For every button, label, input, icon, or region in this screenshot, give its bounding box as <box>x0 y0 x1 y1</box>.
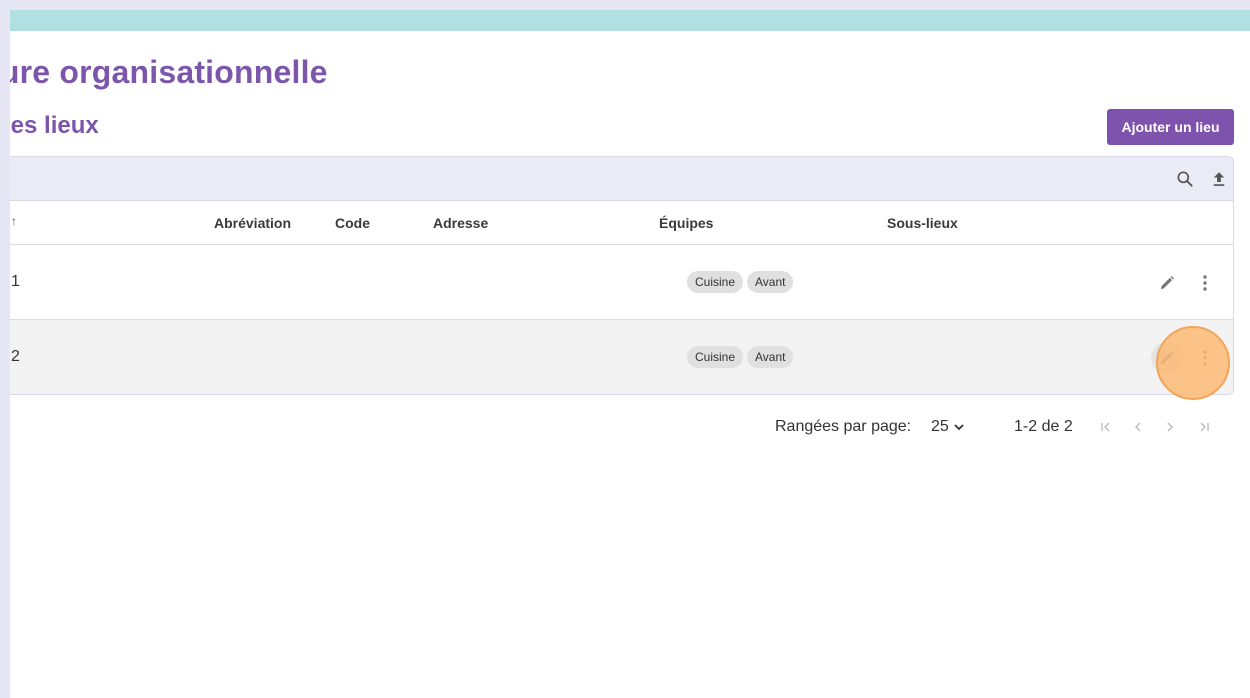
rows-per-page-label: Rangées par page: <box>775 418 912 435</box>
column-header-sublocations[interactable]: Sous-lieux <box>887 215 958 231</box>
page-range-text: 1-2 de 2 <box>1014 418 1073 435</box>
table-toolbar <box>10 157 1233 201</box>
last-page-icon[interactable] <box>1194 417 1214 437</box>
column-header-teams[interactable]: Équipes <box>659 215 713 231</box>
section-title: des lieux <box>10 112 99 139</box>
previous-page-icon[interactable] <box>1128 417 1148 437</box>
pagination: Rangées par page: 25 1-2 de 2 <box>10 415 1250 439</box>
chevron-down-icon <box>954 424 964 431</box>
next-page-icon[interactable] <box>1160 417 1180 437</box>
location-name: ​1 <box>11 273 20 290</box>
page-title: ture organisationnelle <box>10 54 328 90</box>
location-name: ​2 <box>11 348 20 365</box>
rows-per-page-select[interactable]: 25 <box>931 418 965 436</box>
column-header-address[interactable]: Adresse <box>433 215 488 231</box>
sort-arrow-icon[interactable]: ↑ <box>11 214 17 228</box>
column-header-abbreviation[interactable]: Abréviation <box>214 215 291 231</box>
add-location-button[interactable]: Ajouter un lieu <box>1107 109 1234 145</box>
click-highlight <box>1156 326 1230 400</box>
team-chip: Cuisine <box>687 346 744 368</box>
table-header-row: ↑ Abréviation Code Adresse Équipes Sous-… <box>10 201 1233 245</box>
locations-table: ↑ Abréviation Code Adresse Équipes Sous-… <box>10 156 1234 395</box>
team-chip: Avant <box>747 346 794 368</box>
team-chip: Avant <box>747 271 794 293</box>
table-row[interactable]: ​2 Cuisine Avant <box>10 320 1233 394</box>
search-icon[interactable] <box>1173 167 1197 191</box>
top-banner <box>10 10 1250 31</box>
team-chip: Cuisine <box>687 271 744 293</box>
more-options-icon[interactable] <box>1189 267 1221 299</box>
first-page-icon[interactable] <box>1096 417 1116 437</box>
main-page: ture organisationnelle des lieux Ajouter… <box>10 10 1250 698</box>
rows-per-page-value: 25 <box>931 418 949 435</box>
edit-icon[interactable] <box>1151 267 1183 299</box>
column-header-code[interactable]: Code <box>335 215 370 231</box>
table-row[interactable]: ​1 Cuisine Avant <box>10 245 1233 320</box>
upload-icon[interactable] <box>1207 167 1231 191</box>
